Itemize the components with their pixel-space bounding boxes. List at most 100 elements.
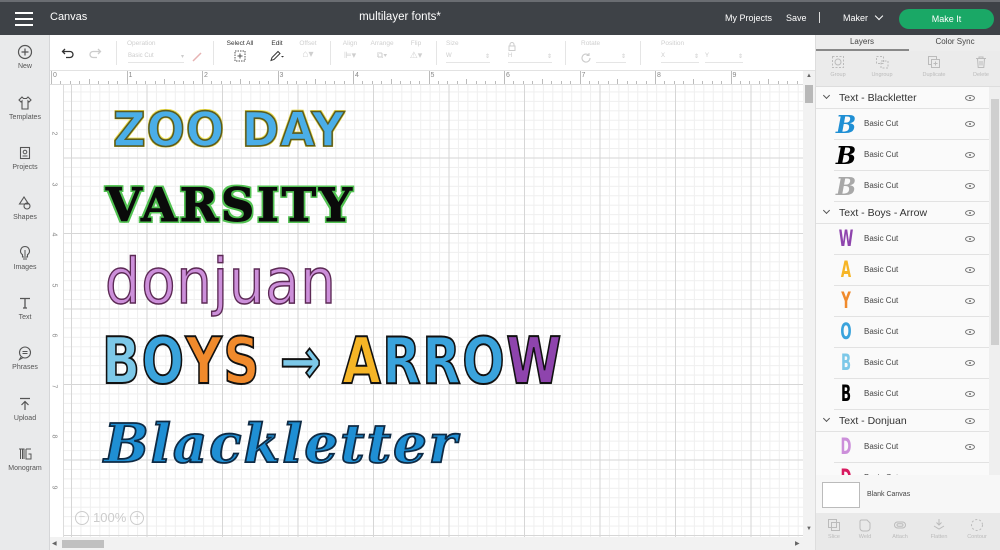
text-varsity[interactable]: VARSITY [106, 178, 355, 233]
scroll-down-icon[interactable]: ▼ [806, 526, 812, 532]
tab-color-sync[interactable]: Color Sync [909, 37, 1000, 46]
layer-row[interactable]: Y Basic Cut [834, 286, 989, 317]
scroll-up-icon[interactable]: ▲ [806, 73, 812, 79]
undo-icon[interactable] [61, 47, 75, 59]
layer-row[interactable]: O Basic Cut [834, 317, 989, 348]
layers-list: Text - Blackletter B Basic Cut B Basic Cut B B… [816, 87, 989, 512]
ruler-tick [183, 81, 185, 84]
layer-row[interactable]: B Basic Cut [834, 171, 989, 202]
canvas-vertical-scrollbar[interactable]: ▲ ▼ [803, 71, 815, 537]
contour-label: Contour [967, 534, 987, 540]
scroll-thumb[interactable] [991, 99, 999, 345]
ungroup-label: Ungroup [871, 72, 893, 78]
layer-group-row[interactable]: Text - Donjuan [816, 410, 989, 432]
sidebar-item-templates[interactable]: Templates [0, 95, 50, 121]
scroll-thumb[interactable] [805, 85, 813, 103]
sidebar-item-images[interactable]: Images [0, 245, 50, 271]
chevron-down-icon[interactable] [822, 414, 831, 423]
sidebar-item-new[interactable]: New [0, 44, 50, 70]
redo-icon[interactable] [88, 47, 102, 59]
width-input[interactable]: W ⇕ [446, 53, 490, 63]
text-donjuan[interactable]: DONJUAN [104, 244, 337, 319]
sidebar-item-shapes[interactable]: Shapes [0, 195, 50, 221]
position-x-input[interactable]: X ⇕ [661, 53, 699, 63]
hamburger-menu-icon[interactable] [15, 12, 33, 26]
contour-button[interactable]: Contour [959, 518, 995, 540]
offset-button[interactable]: Offset ⌂▾ [295, 40, 321, 60]
eye-icon[interactable] [965, 210, 975, 216]
layer-row[interactable]: A Basic Cut [834, 255, 989, 286]
layer-row[interactable]: B Basic Cut [834, 379, 989, 410]
layer-row[interactable]: D Basic Cut [834, 432, 989, 463]
text-zoo-day[interactable]: ZOO DAY [112, 101, 345, 158]
attach-button[interactable]: Attach [882, 518, 918, 540]
delete-button[interactable]: Delete [961, 55, 1000, 78]
text-blackletter[interactable]: Blackletter [103, 412, 459, 476]
pen-color-icon[interactable] [191, 51, 203, 63]
eye-icon[interactable] [965, 183, 975, 189]
scroll-right-icon[interactable]: ▶ [795, 540, 800, 547]
layer-row[interactable]: B Basic Cut [834, 348, 989, 379]
ruler-tick [239, 79, 241, 84]
chevron-down-icon[interactable] [822, 206, 831, 215]
flip-button[interactable]: Flip ⚠▾ [405, 40, 427, 61]
eye-icon[interactable] [965, 298, 975, 304]
chevron-down-icon[interactable] [822, 91, 831, 100]
eye-icon[interactable] [965, 152, 975, 158]
layer-group-row[interactable]: Text - Blackletter [816, 87, 989, 109]
arrange-button[interactable]: Arrange ⧉▾ [367, 40, 397, 61]
edit-button[interactable]: Edit [264, 40, 290, 62]
duplicate-button[interactable]: Duplicate [914, 55, 954, 78]
layers-scrollbar[interactable] [989, 87, 1000, 512]
blank-canvas-row[interactable]: Blank Canvas [816, 475, 1000, 513]
group-button[interactable]: Group [818, 55, 858, 78]
operation-select[interactable]: Basic Cut ▾ [128, 53, 184, 63]
ruler-tick [447, 81, 449, 84]
eye-icon[interactable] [965, 391, 975, 397]
flatten-button[interactable]: Flatten [921, 518, 957, 540]
align-button[interactable]: Align ⊫▾ [338, 40, 362, 61]
sidebar-item-monogram[interactable]: Monogram [0, 446, 50, 472]
layer-row[interactable]: W Basic Cut [834, 224, 989, 255]
tab-layers[interactable]: Layers [816, 37, 908, 46]
layer-row[interactable]: B Basic Cut [834, 109, 989, 140]
layer-row[interactable]: B Basic Cut [834, 140, 989, 171]
select-all-button[interactable]: Select All [224, 40, 256, 62]
duplicate-icon [928, 56, 940, 68]
eye-icon[interactable] [965, 121, 975, 127]
scroll-left-icon[interactable]: ◀ [52, 540, 57, 547]
eye-icon[interactable] [965, 236, 975, 242]
speech-bubble-icon [18, 346, 32, 361]
text-boys-arrow[interactable]: BOYS → ARROW [101, 324, 563, 400]
machine-select[interactable]: Maker [843, 11, 884, 23]
make-it-button[interactable]: Make It [899, 9, 994, 29]
ruler-tick [739, 81, 741, 84]
layer-group-row[interactable]: Text - Boys - Arrow [816, 202, 989, 224]
eye-icon[interactable] [965, 95, 975, 101]
eye-icon[interactable] [965, 444, 975, 450]
my-projects-link[interactable]: My Projects [725, 13, 772, 23]
zoom-out-button[interactable]: − [75, 510, 89, 525]
sidebar-item-projects[interactable]: Projects [0, 145, 50, 171]
eye-icon[interactable] [965, 329, 975, 335]
layer-name: Basic Cut [864, 150, 899, 159]
ruler-tick [579, 71, 581, 84]
height-input[interactable]: H ⇕ [508, 53, 552, 63]
rotate-input[interactable]: ⇕ [596, 53, 626, 63]
position-y-input[interactable]: Y ⇕ [705, 53, 743, 63]
eye-icon[interactable] [965, 418, 975, 424]
save-link[interactable]: Save [786, 13, 807, 23]
ungroup-button[interactable]: Ungroup [862, 55, 902, 78]
weld-button[interactable]: Weld [847, 518, 883, 540]
left-sidebar: New Templates Projects Shapes Images Tex… [0, 35, 50, 550]
sidebar-item-phrases[interactable]: Phrases [0, 345, 50, 371]
sidebar-item-text[interactable]: Text [0, 295, 50, 321]
canvas-color-swatch[interactable] [822, 482, 860, 508]
canvas-horizontal-scrollbar[interactable]: ◀ ▶ [50, 537, 815, 550]
zoom-in-button[interactable]: + [130, 510, 145, 525]
scroll-thumb[interactable] [62, 540, 104, 548]
sidebar-item-upload[interactable]: Upload [0, 396, 50, 422]
eye-icon[interactable] [965, 267, 975, 273]
lock-icon[interactable] [508, 42, 516, 51]
eye-icon[interactable] [965, 360, 975, 366]
